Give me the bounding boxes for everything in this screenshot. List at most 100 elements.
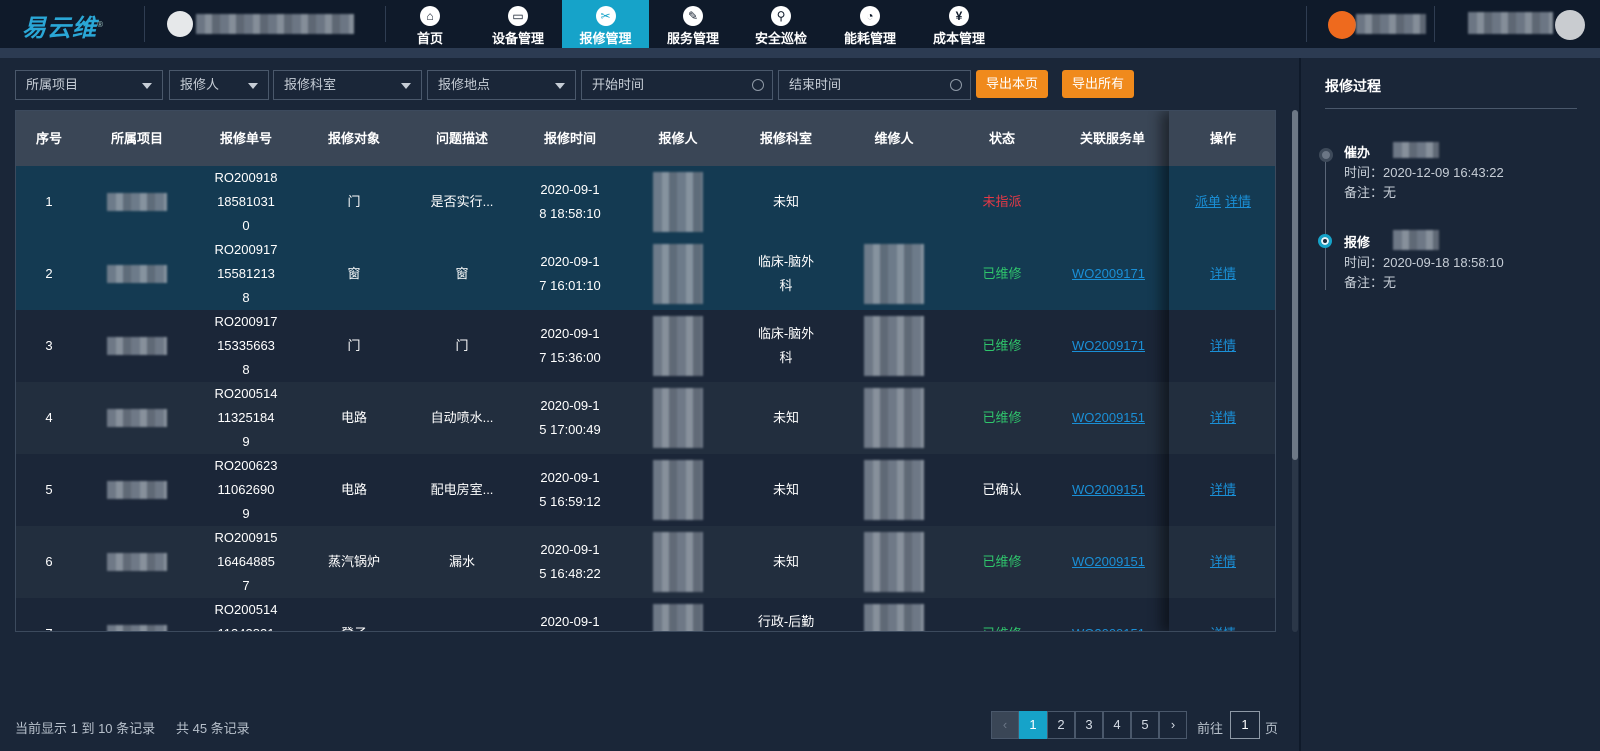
cost-icon: ¥ bbox=[949, 6, 969, 26]
cell-dept: 未知 bbox=[732, 454, 840, 526]
blurred-project bbox=[107, 553, 167, 571]
page-3-button[interactable]: 3 bbox=[1075, 711, 1103, 739]
cell-desc: ... bbox=[408, 598, 516, 631]
page-2-button[interactable]: 2 bbox=[1047, 711, 1075, 739]
detail-link[interactable]: 详情 bbox=[1210, 550, 1236, 574]
detail-link[interactable]: 详情 bbox=[1210, 262, 1236, 286]
service-order-link[interactable]: WO2009151 bbox=[1072, 550, 1145, 574]
nav-service[interactable]: ✎ 服务管理 bbox=[650, 0, 736, 48]
cell-reporter bbox=[624, 598, 732, 631]
blurred-repairer bbox=[864, 388, 924, 448]
cell-ops: 详情 bbox=[1169, 454, 1275, 526]
detail-link[interactable]: 详情 bbox=[1210, 478, 1236, 502]
cell-service[interactable]: WO2009171 bbox=[1056, 310, 1169, 382]
order-line: 11343821 bbox=[218, 626, 275, 631]
service-order-link[interactable]: WO2009171 bbox=[1072, 262, 1145, 286]
end-time-input[interactable]: 结束时间 bbox=[778, 70, 971, 100]
blurred-reporter bbox=[653, 316, 703, 376]
cell-dept: 临床-脑外科 bbox=[732, 310, 840, 382]
table-row[interactable]: 6 RO200915 16464885 7 蒸汽锅炉 漏水 2020-09-1 5 16:48… bbox=[16, 526, 1275, 598]
dept: 未知 bbox=[773, 550, 799, 574]
service-order-link[interactable]: WO2009171 bbox=[1072, 334, 1145, 358]
nav-repair[interactable]: ✂ 报修管理 bbox=[562, 0, 649, 48]
table-row[interactable]: 1 RO200918 18581031 0 门 是否实行... 2020-09-1 8 18:… bbox=[16, 166, 1275, 238]
table-row[interactable]: 2 RO200917 15581213 8 窗 窗 2020-09-1 7 16:01:10 临… bbox=[16, 238, 1275, 310]
cell-time: 2020-09-1 5 17:00:49 bbox=[516, 382, 624, 454]
export-all-button[interactable]: 导出所有 bbox=[1062, 70, 1134, 98]
table-row[interactable]: 4 RO200514 11325184 9 电路 自动喷水... 2020-09-1 5 17… bbox=[16, 382, 1275, 454]
nav-safety[interactable]: ⚲ 安全巡检 bbox=[737, 0, 825, 48]
cell-repairer bbox=[840, 382, 948, 454]
detail-link[interactable]: 详情 bbox=[1225, 190, 1251, 214]
detail-link[interactable]: 详情 bbox=[1210, 622, 1236, 631]
cell-order-no: RO200918 18581031 0 bbox=[192, 166, 300, 238]
table-row[interactable]: 7RO200514113438211凳子...2020-09-15 16:40:… bbox=[16, 598, 1275, 631]
cell-service[interactable]: WO2009151 bbox=[1056, 526, 1169, 598]
cell-service[interactable]: WO2009151 bbox=[1056, 454, 1169, 526]
status-badge: 已确认 bbox=[982, 482, 1022, 497]
time-line: 8 18:58:10 bbox=[539, 206, 601, 221]
status-badge: 未指派 bbox=[982, 194, 1022, 209]
cell-object: 凳子 bbox=[300, 598, 408, 631]
location-select[interactable]: 报修地点 bbox=[427, 70, 576, 100]
order-line: 15335663 bbox=[217, 338, 275, 353]
goto-page-input[interactable]: 1 bbox=[1230, 711, 1260, 739]
location-icon: ⚲ bbox=[771, 6, 791, 26]
cell-service[interactable]: WO2009171 bbox=[1056, 238, 1169, 310]
reporter-select[interactable]: 报修人 bbox=[169, 70, 269, 100]
notification-icon[interactable] bbox=[1328, 11, 1356, 39]
divider bbox=[144, 6, 145, 42]
start-time-input[interactable]: 开始时间 bbox=[581, 70, 773, 100]
cell-ops: 详情 bbox=[1169, 382, 1275, 454]
page-4-button[interactable]: 4 bbox=[1103, 711, 1131, 739]
cell-repairer bbox=[840, 166, 948, 238]
prev-page-button[interactable]: ‹ bbox=[991, 711, 1019, 739]
cell-object: 蒸汽锅炉 bbox=[327, 554, 380, 569]
order-line: 9 bbox=[242, 434, 250, 449]
cell-project bbox=[82, 310, 192, 382]
total-text: 共 45 条记录 bbox=[176, 721, 250, 736]
table-row[interactable]: 5 RO200623 11062690 9 电路 配电房室... 2020-09-1 5 16… bbox=[16, 454, 1275, 526]
cell-service[interactable] bbox=[1056, 166, 1169, 238]
table-scrollbar[interactable] bbox=[1292, 110, 1298, 632]
blurred-repairer bbox=[864, 604, 924, 631]
export-page-button[interactable]: 导出本页 bbox=[976, 70, 1048, 98]
blurred-user-info bbox=[1356, 14, 1426, 34]
nav-cost[interactable]: ¥ 成本管理 bbox=[915, 0, 1003, 48]
time-line: 2020-09-1 bbox=[540, 398, 600, 413]
cell-service[interactable]: WO2009151 bbox=[1056, 598, 1169, 631]
cell-repairer bbox=[840, 310, 948, 382]
table-row[interactable]: 3 RO200917 15335663 8 门 门 2020-09-1 7 15:36:00 临… bbox=[16, 310, 1275, 382]
time-line: 5 16:59:12 bbox=[539, 494, 601, 509]
dispatch-link[interactable]: 派单 bbox=[1195, 190, 1221, 214]
report-time: 2020-09-1 7 15:36:00 bbox=[539, 322, 600, 370]
report-time: 2020-09-15 16:40:00 bbox=[539, 610, 600, 631]
dept: 未知 bbox=[773, 190, 799, 214]
next-page-button[interactable]: › bbox=[1159, 711, 1187, 739]
cell-no: 6 bbox=[45, 554, 53, 569]
th-ops: 操作 bbox=[1209, 131, 1236, 146]
page-5-button[interactable]: 5 bbox=[1131, 711, 1159, 739]
cell-service[interactable]: WO2009151 bbox=[1056, 382, 1169, 454]
order-no: RO200915 16464885 7 bbox=[215, 526, 278, 598]
project-select[interactable]: 所属项目 bbox=[15, 70, 163, 100]
department-select[interactable]: 报修科室 bbox=[273, 70, 422, 100]
app-logo[interactable]: 易云维® bbox=[22, 8, 104, 43]
blurred-repairer bbox=[864, 460, 924, 520]
page-1-button[interactable]: 1 bbox=[1019, 711, 1047, 739]
detail-link[interactable]: 详情 bbox=[1210, 406, 1236, 430]
service-order-link[interactable]: WO2009151 bbox=[1072, 622, 1145, 631]
nav-home[interactable]: ⌂ 首页 bbox=[400, 0, 460, 48]
dept-line: 行政-后勤 bbox=[757, 614, 815, 629]
order-line: RO200514 bbox=[214, 386, 278, 401]
nav-energy[interactable]: ◔ 能耗管理 bbox=[826, 0, 914, 48]
cell-no: 3 bbox=[45, 338, 53, 353]
detail-link[interactable]: 详情 bbox=[1210, 334, 1236, 358]
blurred-project bbox=[107, 625, 167, 631]
scrollbar-thumb[interactable] bbox=[1292, 110, 1298, 460]
service-order-link[interactable]: WO2009151 bbox=[1072, 478, 1145, 502]
order-line: RO200514 bbox=[214, 602, 278, 617]
user-avatar[interactable] bbox=[1555, 10, 1585, 40]
nav-equipment[interactable]: ▭ 设备管理 bbox=[475, 0, 561, 48]
service-order-link[interactable]: WO2009151 bbox=[1072, 406, 1145, 430]
